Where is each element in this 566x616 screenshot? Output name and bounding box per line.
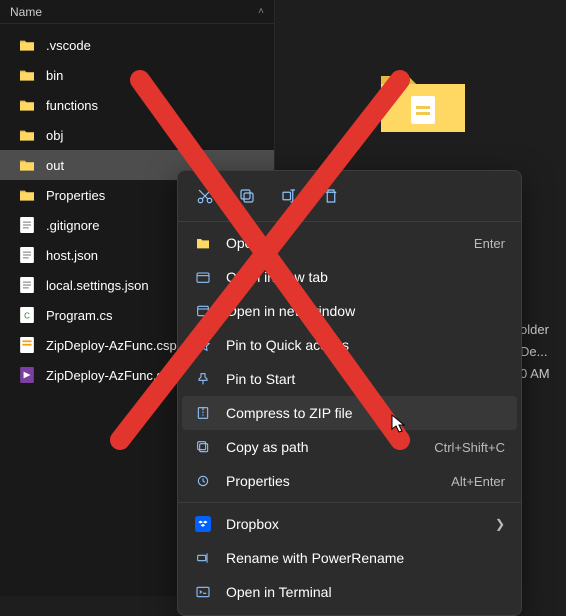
cut-icon[interactable] (194, 185, 216, 207)
details-text-fragment: older (520, 322, 549, 337)
dropbox-icon (194, 515, 212, 533)
column-header-label: Name (10, 5, 42, 19)
pin-start-icon (194, 370, 212, 388)
copy-path-icon (194, 438, 212, 456)
file-label: obj (46, 128, 63, 143)
menu-item-copy-as-path[interactable]: Copy as path Ctrl+Shift+C (178, 430, 521, 464)
menu-item-open-terminal[interactable]: Open in Terminal (178, 575, 521, 609)
folder-icon (18, 36, 36, 54)
menu-item-label: Open in new window (226, 303, 505, 319)
file-label: local.settings.json (46, 278, 149, 293)
column-header-name[interactable]: Name ˄ (0, 0, 274, 24)
file-label: bin (46, 68, 63, 83)
context-menu-quick-actions (178, 171, 521, 217)
menu-item-open-new-window[interactable]: Open in new window (178, 294, 521, 328)
file-icon (18, 276, 36, 294)
menu-item-label: Compress to ZIP file (226, 405, 505, 421)
file-label: out (46, 158, 64, 173)
menu-item-label: Rename with PowerRename (226, 550, 505, 566)
menu-item-label: Open (226, 235, 460, 251)
properties-icon (194, 472, 212, 490)
file-icon (18, 366, 36, 384)
details-text-fragment: De... (520, 344, 547, 359)
menu-item-open[interactable]: Open Enter (178, 226, 521, 260)
pin-icon (194, 336, 212, 354)
file-label: .gitignore (46, 218, 99, 233)
menu-item-label: Open in Terminal (226, 584, 505, 600)
chevron-up-icon: ˄ (258, 6, 264, 17)
rename-icon[interactable] (278, 185, 300, 207)
file-label: Program.cs (46, 308, 112, 323)
folder-icon (18, 186, 36, 204)
menu-item-pin-quick-access[interactable]: Pin to Quick access (178, 328, 521, 362)
menu-item-label: Pin to Quick access (226, 337, 505, 353)
new-tab-icon (194, 268, 212, 286)
menu-item-label: Pin to Start (226, 371, 505, 387)
folder-row[interactable]: functions (0, 90, 274, 120)
menu-item-accel: Enter (474, 236, 505, 251)
open-folder-icon (194, 234, 212, 252)
folder-row[interactable]: .vscode (0, 30, 274, 60)
chevron-right-icon: ❯ (495, 517, 505, 531)
new-window-icon (194, 302, 212, 320)
file-label: ZipDeploy-AzFunc.sln (46, 368, 173, 383)
menu-separator (178, 502, 521, 503)
menu-item-open-new-tab[interactable]: Open in new tab (178, 260, 521, 294)
file-label: Properties (46, 188, 105, 203)
menu-item-power-rename[interactable]: Rename with PowerRename (178, 541, 521, 575)
file-icon (18, 246, 36, 264)
file-icon: C (18, 306, 36, 324)
folder-icon (18, 66, 36, 84)
context-menu: Open Enter Open in new tab Open in new w… (177, 170, 522, 616)
menu-item-properties[interactable]: Properties Alt+Enter (178, 464, 521, 498)
details-text-fragment: 0 AM (520, 366, 550, 381)
folder-icon (18, 126, 36, 144)
menu-item-label: Dropbox (226, 516, 481, 532)
file-icon (18, 216, 36, 234)
file-label: .vscode (46, 38, 91, 53)
zip-icon (194, 404, 212, 422)
folder-icon (18, 96, 36, 114)
folder-row[interactable]: bin (0, 60, 274, 90)
delete-icon[interactable] (320, 185, 342, 207)
svg-text:C: C (24, 311, 30, 320)
menu-separator (178, 221, 521, 222)
copy-icon[interactable] (236, 185, 258, 207)
menu-item-accel: Alt+Enter (451, 474, 505, 489)
folder-icon (18, 156, 36, 174)
file-label: functions (46, 98, 98, 113)
menu-item-compress-zip[interactable]: Compress to ZIP file (182, 396, 517, 430)
terminal-icon (194, 583, 212, 601)
folder-row[interactable]: obj (0, 120, 274, 150)
power-rename-icon (194, 549, 212, 567)
file-label: host.json (46, 248, 98, 263)
menu-item-pin-start[interactable]: Pin to Start (178, 362, 521, 396)
menu-item-label: Properties (226, 473, 437, 489)
file-label: ZipDeploy-AzFunc.csproj (46, 338, 191, 353)
menu-item-label: Open in new tab (226, 269, 505, 285)
folder-preview-icon (378, 66, 468, 136)
menu-item-label: Copy as path (226, 439, 420, 455)
menu-item-accel: Ctrl+Shift+C (434, 440, 505, 455)
menu-item-dropbox[interactable]: Dropbox ❯ (178, 507, 521, 541)
file-icon (18, 336, 36, 354)
